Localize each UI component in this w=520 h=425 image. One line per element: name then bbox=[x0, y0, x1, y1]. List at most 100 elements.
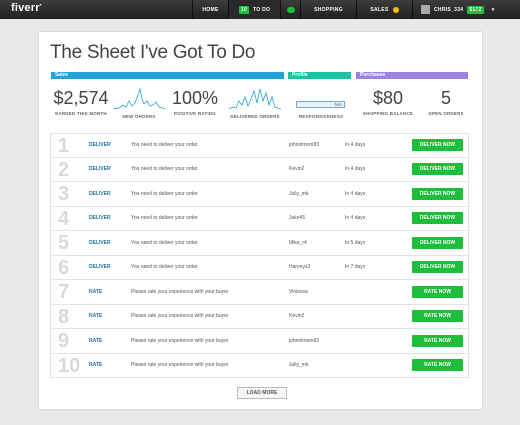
responsiveness-value: N/A bbox=[334, 102, 342, 107]
row-due: In 4 days bbox=[345, 215, 366, 222]
row-type[interactable]: DELIVER bbox=[89, 142, 111, 148]
row-buyer[interactable]: Kevin2 bbox=[289, 313, 304, 319]
row-text: Please rate your experience with your bu… bbox=[131, 288, 229, 295]
nav-home-label: HOME bbox=[202, 6, 219, 13]
nav-todo[interactable]: 10 TO DO bbox=[228, 0, 280, 19]
row-type[interactable]: RATE bbox=[89, 313, 102, 319]
list-item: 5 DELIVER You need to deliver your order… bbox=[50, 231, 469, 256]
stat-rating: 100% POSITIVE RATING bbox=[169, 88, 221, 116]
list-item: 6 DELIVER You need to deliver your order… bbox=[50, 255, 469, 280]
stat-new-orders: NEW ORDERS bbox=[113, 112, 165, 119]
row-text: You need to deliver your order bbox=[131, 264, 198, 271]
row-number: 5 bbox=[58, 232, 70, 254]
row-text: You need to deliver your order bbox=[131, 239, 198, 246]
stat-open-orders: 5 OPEN ORDERS bbox=[421, 88, 471, 116]
load-more-button[interactable]: LOAD MORE bbox=[237, 387, 287, 399]
rate-now-button[interactable]: RATE NOW bbox=[412, 285, 463, 298]
row-type[interactable]: RATE bbox=[89, 362, 102, 368]
rating-label: POSITIVE RATING bbox=[174, 111, 216, 116]
section-purchases-header: Purchases bbox=[356, 72, 468, 79]
nav-home[interactable]: HOME bbox=[192, 0, 228, 19]
row-buyer[interactable]: Viniessa bbox=[289, 289, 308, 295]
row-text: You need to deliver your order bbox=[131, 142, 198, 149]
rate-now-button[interactable]: RATE NOW bbox=[412, 334, 463, 347]
row-buyer[interactable]: johnnlmom83 bbox=[289, 338, 319, 344]
stat-responsiveness: RESPONSIVENESS bbox=[291, 112, 351, 119]
row-type[interactable]: DELIVER bbox=[89, 191, 111, 197]
balance-badge: $172 bbox=[467, 5, 484, 14]
row-number: 8 bbox=[58, 305, 70, 328]
row-buyer[interactable]: Jully_mk bbox=[289, 191, 308, 197]
responsiveness-bar: N/A bbox=[296, 101, 345, 108]
rate-now-button[interactable]: RATE NOW bbox=[412, 359, 463, 372]
rating-value: 100% bbox=[171, 88, 219, 108]
list-item: 7 RATE Please rate your experience with … bbox=[50, 280, 469, 305]
fiverr-logo[interactable]: fiverr• bbox=[11, 2, 42, 14]
section-sales-header: Sales bbox=[51, 72, 284, 79]
row-text: You need to deliver your order bbox=[131, 215, 198, 222]
row-number: 9 bbox=[58, 330, 70, 352]
list-item: 9 RATE Please rate your experience with … bbox=[50, 329, 469, 354]
chevron-down-icon: ▾ bbox=[491, 6, 495, 13]
deliver-now-button[interactable]: DELIVER NOW bbox=[412, 236, 463, 249]
row-buyer[interactable]: Jully_mk bbox=[289, 362, 308, 368]
nav-sales-label: SALES bbox=[370, 6, 389, 13]
row-text: You need to deliver your order bbox=[131, 166, 198, 173]
deliver-now-button[interactable]: DELIVER NOW bbox=[412, 163, 463, 176]
responsiveness-label: RESPONSIVENESS bbox=[298, 114, 344, 119]
row-number: 3 bbox=[58, 183, 70, 205]
deliver-now-button[interactable]: DELIVER NOW bbox=[412, 139, 463, 152]
deliver-now-button[interactable]: DELIVER NOW bbox=[412, 187, 463, 200]
coin-icon bbox=[392, 6, 399, 13]
row-buyer[interactable]: Mike_r4 bbox=[289, 240, 307, 246]
avatar-icon bbox=[421, 5, 430, 14]
row-buyer[interactable]: Kevin2 bbox=[289, 166, 304, 172]
row-text: Please rate your experience with your bu… bbox=[131, 337, 229, 344]
new-orders-sparkline bbox=[113, 87, 165, 110]
earned-label: EARNED THIS MONTH bbox=[55, 111, 107, 116]
deliver-now-button[interactable]: DELIVER NOW bbox=[412, 261, 463, 274]
row-number: 1 bbox=[58, 135, 70, 157]
row-type[interactable]: DELIVER bbox=[89, 240, 111, 246]
nav-messages[interactable] bbox=[280, 0, 300, 19]
nav-shopping-label: SHOPPING bbox=[314, 6, 343, 13]
delivered-label: DELIVERED ORDERS bbox=[230, 114, 280, 119]
row-type[interactable]: RATE bbox=[89, 289, 102, 295]
open-orders-value: 5 bbox=[440, 88, 451, 108]
stat-earned: $2,574 EARNED THIS MONTH bbox=[51, 88, 111, 116]
nav-todo-label: TO DO bbox=[252, 6, 271, 13]
rate-now-button[interactable]: RATE NOW bbox=[412, 310, 463, 323]
list-item: 10 RATE Please rate your experience with… bbox=[50, 353, 469, 378]
nav-shopping[interactable]: SHOPPING bbox=[300, 0, 356, 19]
stat-shopping-balance: $80 SHOPPING BALANCE bbox=[359, 88, 417, 116]
row-due: In 4 days bbox=[345, 166, 366, 173]
row-number: 6 bbox=[58, 256, 70, 279]
row-due: In 4 days bbox=[345, 190, 366, 197]
row-type[interactable]: DELIVER bbox=[89, 166, 111, 172]
row-buyer[interactable]: Jake45 bbox=[289, 215, 305, 221]
row-type[interactable]: RATE bbox=[89, 338, 102, 344]
row-number: 2 bbox=[58, 158, 70, 181]
list-item: 3 DELIVER You need to deliver your order… bbox=[50, 182, 469, 207]
todo-list: 1 DELIVER You need to deliver your order… bbox=[50, 133, 469, 378]
list-item: 8 RATE Please rate your experience with … bbox=[50, 304, 469, 329]
row-type[interactable]: DELIVER bbox=[89, 264, 111, 270]
row-due: In 4 days bbox=[345, 142, 366, 149]
new-orders-label: NEW ORDERS bbox=[122, 114, 156, 119]
user-name: CHRIS_334 bbox=[434, 6, 464, 13]
row-type[interactable]: DELIVER bbox=[89, 215, 111, 221]
list-item: 1 DELIVER You need to deliver your order… bbox=[50, 133, 469, 158]
row-due: In 5 days bbox=[345, 239, 366, 246]
row-buyer[interactable]: Harveys3 bbox=[289, 264, 310, 270]
shopping-balance-label: SHOPPING BALANCE bbox=[362, 111, 414, 116]
row-buyer[interactable]: johnnlmom83 bbox=[289, 142, 319, 148]
row-text: You need to deliver your order bbox=[131, 190, 198, 197]
list-item: 4 DELIVER You need to deliver your order… bbox=[50, 206, 469, 231]
list-item: 2 DELIVER You need to deliver your order… bbox=[50, 157, 469, 182]
deliver-now-button[interactable]: DELIVER NOW bbox=[412, 212, 463, 225]
delivered-orders-sparkline bbox=[229, 88, 281, 110]
user-menu[interactable]: CHRIS_334 $172 ▾ bbox=[412, 0, 520, 19]
nav-sales[interactable]: SALES bbox=[356, 0, 412, 19]
row-due: In 7 days bbox=[345, 264, 366, 271]
row-text: Please rate your experience with your bu… bbox=[131, 313, 229, 320]
